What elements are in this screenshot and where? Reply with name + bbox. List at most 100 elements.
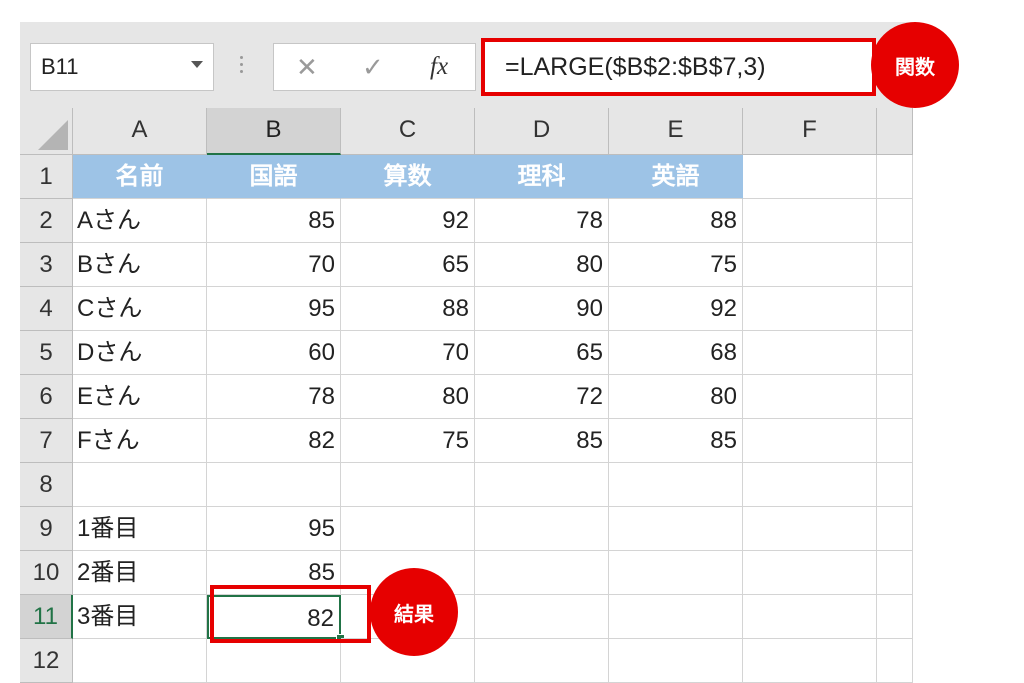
cell-b2[interactable]: 85 [207, 199, 341, 243]
chevron-down-icon[interactable] [191, 61, 203, 68]
cell-a5[interactable]: Dさん [73, 331, 207, 375]
column-header-g[interactable] [877, 108, 913, 155]
column-header-d[interactable]: D [475, 108, 609, 155]
more-options-icon[interactable] [239, 56, 245, 77]
cell-c9[interactable] [341, 507, 475, 551]
cell-c4[interactable]: 88 [341, 287, 475, 331]
cell-d5[interactable]: 65 [475, 331, 609, 375]
cell-g2[interactable] [877, 199, 913, 243]
cell-d4[interactable]: 90 [475, 287, 609, 331]
row-header-1[interactable]: 1 [20, 155, 73, 199]
cell-e1[interactable]: 英語 [609, 155, 743, 199]
column-header-c[interactable]: C [341, 108, 475, 155]
formula-input[interactable]: =LARGE($B$2:$B$7,3) [481, 38, 876, 96]
cell-b6[interactable]: 78 [207, 375, 341, 419]
cell-e6[interactable]: 80 [609, 375, 743, 419]
column-header-b[interactable]: B [207, 108, 341, 155]
cell-c1[interactable]: 算数 [341, 155, 475, 199]
cell-e3[interactable]: 75 [609, 243, 743, 287]
row-header-9[interactable]: 9 [20, 507, 73, 551]
cell-a4[interactable]: Cさん [73, 287, 207, 331]
column-header-e[interactable]: E [609, 108, 743, 155]
cell-g10[interactable] [877, 551, 913, 595]
row-header-12[interactable]: 12 [20, 639, 73, 683]
cell-f11[interactable] [743, 595, 877, 639]
cell-a9[interactable]: 1番目 [73, 507, 207, 551]
cell-d8[interactable] [475, 463, 609, 507]
cell-d3[interactable]: 80 [475, 243, 609, 287]
cell-a2[interactable]: Aさん [73, 199, 207, 243]
select-all-corner[interactable] [20, 108, 73, 155]
cell-f10[interactable] [743, 551, 877, 595]
row-header-8[interactable]: 8 [20, 463, 73, 507]
cell-c5[interactable]: 70 [341, 331, 475, 375]
cell-f8[interactable] [743, 463, 877, 507]
cell-c7[interactable]: 75 [341, 419, 475, 463]
cell-d11[interactable] [475, 595, 609, 639]
cell-a1[interactable]: 名前 [73, 155, 207, 199]
cell-c6[interactable]: 80 [341, 375, 475, 419]
cell-d9[interactable] [475, 507, 609, 551]
cell-e5[interactable]: 68 [609, 331, 743, 375]
cell-e7[interactable]: 85 [609, 419, 743, 463]
cell-g8[interactable] [877, 463, 913, 507]
cell-f7[interactable] [743, 419, 877, 463]
insert-function-icon[interactable]: fx [430, 53, 448, 81]
cell-a7[interactable]: Fさん [73, 419, 207, 463]
cell-f6[interactable] [743, 375, 877, 419]
cell-f2[interactable] [743, 199, 877, 243]
row-header-5[interactable]: 5 [20, 331, 73, 375]
cell-e8[interactable] [609, 463, 743, 507]
cell-b3[interactable]: 70 [207, 243, 341, 287]
cell-g1[interactable] [877, 155, 913, 199]
cell-f12[interactable] [743, 639, 877, 683]
cell-c3[interactable]: 65 [341, 243, 475, 287]
cell-g12[interactable] [877, 639, 913, 683]
cell-f9[interactable] [743, 507, 877, 551]
cancel-icon[interactable]: ✕ [296, 52, 318, 83]
cell-a8[interactable] [73, 463, 207, 507]
cell-g6[interactable] [877, 375, 913, 419]
column-header-f[interactable]: F [743, 108, 877, 155]
row-header-10[interactable]: 10 [20, 551, 73, 595]
cell-d7[interactable]: 85 [475, 419, 609, 463]
cell-f1[interactable] [743, 155, 877, 199]
cell-g9[interactable] [877, 507, 913, 551]
cell-b7[interactable]: 82 [207, 419, 341, 463]
row-header-3[interactable]: 3 [20, 243, 73, 287]
cell-g7[interactable] [877, 419, 913, 463]
cell-a3[interactable]: Bさん [73, 243, 207, 287]
cell-c2[interactable]: 92 [341, 199, 475, 243]
cell-e12[interactable] [609, 639, 743, 683]
row-header-4[interactable]: 4 [20, 287, 73, 331]
cell-e10[interactable] [609, 551, 743, 595]
cell-e4[interactable]: 92 [609, 287, 743, 331]
cell-a11[interactable]: 3番目 [73, 595, 207, 639]
column-header-a[interactable]: A [73, 108, 207, 155]
cell-f4[interactable] [743, 287, 877, 331]
cell-a10[interactable]: 2番目 [73, 551, 207, 595]
cell-a6[interactable]: Eさん [73, 375, 207, 419]
cell-f5[interactable] [743, 331, 877, 375]
cell-a12[interactable] [73, 639, 207, 683]
cell-d10[interactable] [475, 551, 609, 595]
cell-g3[interactable] [877, 243, 913, 287]
name-box[interactable]: B11 [30, 43, 214, 91]
cell-b5[interactable]: 60 [207, 331, 341, 375]
cell-g11[interactable] [877, 595, 913, 639]
cell-b4[interactable]: 95 [207, 287, 341, 331]
cell-b12[interactable] [207, 639, 341, 683]
cell-g4[interactable] [877, 287, 913, 331]
cell-e2[interactable]: 88 [609, 199, 743, 243]
cell-g5[interactable] [877, 331, 913, 375]
cell-b1[interactable]: 国語 [207, 155, 341, 199]
cell-b9[interactable]: 95 [207, 507, 341, 551]
row-header-6[interactable]: 6 [20, 375, 73, 419]
cell-d6[interactable]: 72 [475, 375, 609, 419]
cell-b8[interactable] [207, 463, 341, 507]
cell-c8[interactable] [341, 463, 475, 507]
cell-d1[interactable]: 理科 [475, 155, 609, 199]
row-header-11[interactable]: 11 [20, 595, 73, 639]
cell-d2[interactable]: 78 [475, 199, 609, 243]
row-header-2[interactable]: 2 [20, 199, 73, 243]
